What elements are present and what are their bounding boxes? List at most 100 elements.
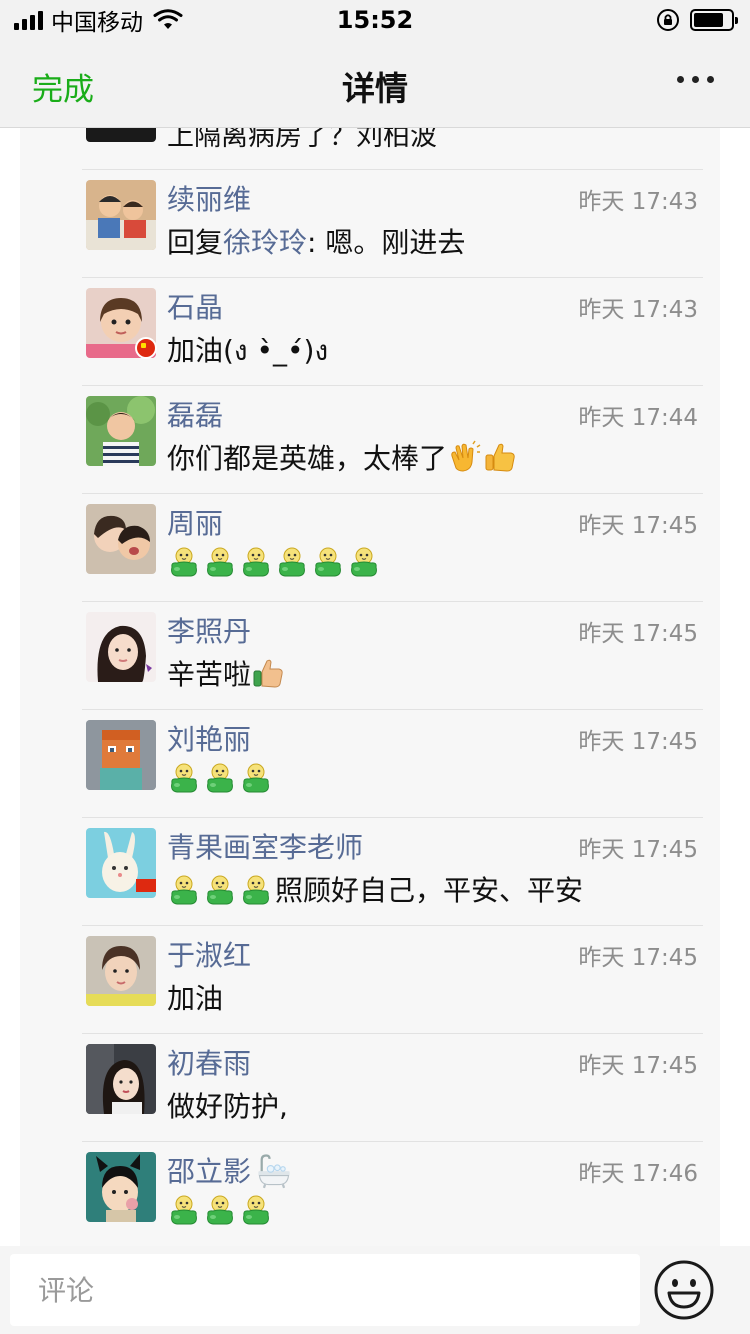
comment-body: 辛苦啦 xyxy=(167,658,252,691)
smiley-face-icon[interactable] xyxy=(653,1259,715,1321)
commenter-name[interactable]: 周丽 xyxy=(167,502,223,542)
flag-badge-icon xyxy=(135,337,157,359)
comment-time: 昨天 17:45 xyxy=(578,945,698,971)
avatar[interactable] xyxy=(86,720,156,790)
comment-text: 上隔离病房了？刘柏波 xyxy=(167,128,437,152)
comment-text: 回复 徐玲玲: 嗯。刚进去 xyxy=(167,221,465,261)
divider xyxy=(82,601,703,602)
comment-row[interactable]: 于淑红 昨天 17:45 加油 xyxy=(20,925,720,1033)
avatar[interactable] xyxy=(86,612,156,682)
comment-text: 加油 xyxy=(167,982,224,1015)
thumbs-up-emoji xyxy=(251,656,285,690)
divider xyxy=(82,925,703,926)
green-sprout-emoji xyxy=(239,1193,273,1227)
comment-time: 昨天 17:45 xyxy=(578,1053,698,1079)
comment-row[interactable]: 初春雨 昨天 17:45 做好防护, xyxy=(20,1033,720,1141)
commenter-name[interactable]: 青果画室李老师 xyxy=(167,826,363,866)
divider xyxy=(82,817,703,818)
more-dots-icon[interactable] xyxy=(677,76,714,83)
comment-input-bar xyxy=(0,1246,750,1334)
commenter-name[interactable]: 于淑红 xyxy=(167,934,251,974)
comment-time: 昨天 17:43 xyxy=(578,297,698,323)
reply-prefix: 回复 xyxy=(167,226,224,259)
green-sprout-emoji xyxy=(347,545,381,579)
comment-text: 照顾好自己，平安、平安 xyxy=(167,869,583,909)
rotation-lock-icon xyxy=(657,9,679,31)
divider xyxy=(82,709,703,710)
commenter-name[interactable]: 邵立影 xyxy=(167,1150,295,1190)
comment-time: 昨天 17:46 xyxy=(578,1161,698,1187)
comment-body: 照顾好自己，平安、平安 xyxy=(275,874,584,907)
comment-time: 昨天 17:45 xyxy=(578,621,698,647)
avatar[interactable] xyxy=(86,288,157,359)
divider xyxy=(82,493,703,494)
comment-text: 加油(ง •̀_•́)ง xyxy=(167,334,329,367)
avatar[interactable] xyxy=(86,180,156,250)
comment-row[interactable]: 李照丹 昨天 17:45 辛苦啦 xyxy=(20,601,720,709)
clock: 15:52 xyxy=(336,6,414,34)
comment-row[interactable]: 青果画室李老师 昨天 17:45 照顾好自己，平安、平安 xyxy=(20,817,720,925)
avatar[interactable] xyxy=(86,828,156,898)
green-sprout-emoji xyxy=(203,873,237,907)
green-sprout-emoji xyxy=(239,873,273,907)
comment-time: 昨天 17:44 xyxy=(578,405,698,431)
comment-text: 辛苦啦 xyxy=(167,653,287,693)
commenter-name[interactable]: 李照丹 xyxy=(167,610,251,650)
divider xyxy=(82,1141,703,1142)
screen: 中国移动 15:52 完成 详情 上隔离病房了？刘柏波 续丽维 昨天 17:43… xyxy=(0,0,750,1334)
comment-time: 昨天 17:43 xyxy=(578,189,698,215)
green-sprout-emoji xyxy=(239,761,273,795)
green-sprout-emoji xyxy=(311,545,345,579)
avatar[interactable] xyxy=(86,936,156,1006)
bathtub-emoji xyxy=(255,1151,293,1189)
green-sprout-emoji xyxy=(275,545,309,579)
battery-icon xyxy=(690,9,738,31)
comment-body: 你们都是英雄，太棒了 xyxy=(167,442,448,475)
comment-row[interactable]: 刘艳丽 昨天 17:45 xyxy=(20,709,720,817)
green-sprout-emoji xyxy=(239,545,273,579)
avatar xyxy=(86,128,156,142)
green-sprout-emoji xyxy=(167,873,201,907)
commenter-name[interactable]: 续丽维 xyxy=(167,178,251,218)
comment-row[interactable]: 磊磊 昨天 17:44 你们都是英雄，太棒了 xyxy=(20,385,720,493)
green-sprout-emoji xyxy=(167,545,201,579)
commenter-name[interactable]: 初春雨 xyxy=(167,1042,251,1082)
comment-text xyxy=(167,1193,275,1227)
comment-text: 做好防护, xyxy=(167,1090,288,1123)
comment-time: 昨天 17:45 xyxy=(578,513,698,539)
comment-list[interactable]: 上隔离病房了？刘柏波 续丽维 昨天 17:43 回复 徐玲玲: 嗯。刚进去 石晶 … xyxy=(20,128,720,1246)
commenter-name[interactable]: 石晶 xyxy=(167,286,223,326)
comment-row[interactable]: 周丽 昨天 17:45 xyxy=(20,493,720,601)
avatar[interactable] xyxy=(86,504,156,574)
comment-row[interactable]: 邵立影 昨天 17:46 xyxy=(20,1141,720,1246)
commenter-name[interactable]: 刘艳丽 xyxy=(167,718,251,758)
green-sprout-emoji xyxy=(167,761,201,795)
page-title: 详情 xyxy=(342,69,408,108)
comment-input[interactable] xyxy=(10,1254,640,1326)
reply-target-name[interactable]: 徐玲玲 xyxy=(223,221,307,261)
clapping-hands-emoji xyxy=(447,440,481,474)
reply-body: : 嗯。刚进去 xyxy=(307,226,466,259)
comment-text: 你们都是英雄，太棒了 xyxy=(167,437,519,477)
sticker-group xyxy=(167,872,275,907)
divider xyxy=(82,385,703,386)
avatar[interactable] xyxy=(86,396,156,466)
flag-badge-icon xyxy=(136,879,156,892)
comment-row[interactable]: 石晶 昨天 17:43 加油(ง •̀_•́)ง xyxy=(20,277,720,385)
comment-row[interactable]: 续丽维 昨天 17:43 回复 徐玲玲: 嗯。刚进去 xyxy=(20,169,720,277)
comment-text xyxy=(167,545,383,579)
commenter-name-text: 邵立影 xyxy=(167,1155,252,1188)
nav-bar: 完成 详情 xyxy=(0,40,750,128)
avatar[interactable] xyxy=(86,1044,156,1114)
divider xyxy=(82,1033,703,1034)
commenter-name[interactable]: 磊磊 xyxy=(167,394,223,434)
comment-text xyxy=(167,761,275,795)
thumbs-up-emoji xyxy=(483,440,517,474)
comment-time: 昨天 17:45 xyxy=(578,729,698,755)
partial-comment-row: 上隔离病房了？刘柏波 xyxy=(20,128,720,169)
green-sprout-emoji xyxy=(167,1193,201,1227)
avatar[interactable] xyxy=(86,1152,156,1222)
green-sprout-emoji xyxy=(203,545,237,579)
status-bar: 中国移动 15:52 xyxy=(0,0,750,40)
green-sprout-emoji xyxy=(203,1193,237,1227)
